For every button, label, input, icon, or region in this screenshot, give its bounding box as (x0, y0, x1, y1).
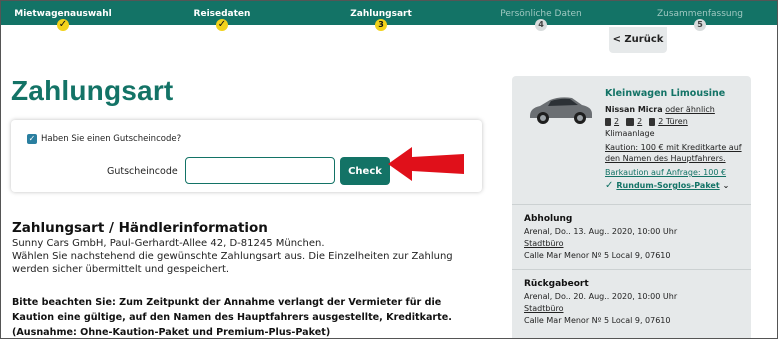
car-model-name: Nissan Micra (605, 105, 663, 114)
voucher-code-label: Gutscheincode (107, 166, 178, 177)
step-mietwagenauswahl[interactable]: Mietwagenauswahl ✓ (1, 1, 133, 33)
chevron-down-icon[interactable]: ⌄ (723, 181, 730, 190)
payment-instruction: Wählen Sie nachstehend die gewünschte Za… (12, 251, 453, 275)
cash-deposit-link[interactable]: Barkaution auf Anfrage: 100 € (605, 168, 726, 177)
step-done-check-icon: ✓ (216, 19, 228, 31)
air-conditioning: Klimaanlage (605, 129, 655, 138)
payment-info-text: Sunny Cars GmbH, Paul-Gerhardt-Allee 42,… (12, 237, 492, 276)
package-label[interactable]: Rundum-Sorglos-Paket (616, 181, 719, 190)
car-image (530, 97, 592, 124)
step-zahlungsart: Zahlungsart 3 (311, 1, 451, 33)
pickup-heading: Abholung (524, 214, 573, 224)
step-done-check-icon: ✓ (57, 19, 69, 31)
step-number: 5 (694, 19, 706, 31)
progress-steps: Mietwagenauswahl ✓ Reisedaten ✓ Zahlungs… (1, 1, 777, 31)
step-label: Mietwagenauswahl (14, 9, 112, 19)
pickup-datetime: Arenal, Do.. 13. Aug.. 2020, 10:00 Uhr (524, 227, 678, 236)
deposit-info[interactable]: Kaution: 100 € mit Kreditkarte auf den N… (605, 142, 745, 164)
booking-page: Mietwagenauswahl ✓ Reisedaten ✓ Zahlungs… (0, 0, 778, 339)
pickup-office-link[interactable]: Stadtbüro (524, 239, 564, 248)
car-category-title: Kleinwagen Limousine (605, 88, 726, 99)
door-icon (649, 117, 656, 126)
return-address: Calle Mar Menor Nº 5 Local 9, 07610 (524, 316, 671, 325)
check-button[interactable]: Check (340, 157, 390, 185)
return-heading: Rückgabeort (524, 279, 589, 289)
package-toggle[interactable]: ✓ Rundum-Sorglos-Paket ⌄ (605, 180, 729, 191)
payment-info-title: Zahlungsart / Händlerinformation (12, 220, 268, 236)
doors-value: 2 Türen (658, 117, 688, 126)
return-datetime: Arenal, Do.. 20. Aug.. 2020, 10:00 Uhr (524, 292, 678, 301)
page-title: Zahlungsart (11, 75, 174, 106)
car-model-suffix[interactable]: oder ähnlich (665, 105, 715, 114)
car-model: Nissan Micra oder ähnlich (605, 105, 715, 114)
step-number: 3 (375, 19, 387, 31)
red-arrow-icon (388, 147, 464, 181)
persons-value: 2 (614, 117, 620, 126)
step-number: 4 (535, 19, 547, 31)
divider (512, 269, 751, 270)
step-label: Reisedaten (193, 9, 251, 19)
person-icon (605, 117, 611, 126)
car-specs: 2 2 2 Türen (605, 117, 692, 126)
return-office-link[interactable]: Stadtbüro (524, 304, 564, 313)
step-label: Persönliche Daten (500, 9, 582, 19)
step-persoenliche-daten: Persönliche Daten 4 (471, 1, 611, 33)
divider (512, 204, 751, 205)
step-label: Zahlungsart (350, 9, 412, 19)
voucher-code-input[interactable] (185, 157, 335, 184)
deposit-notice: Bitte beachten Sie: Zum Zeitpunkt der An… (12, 297, 452, 338)
step-reisedaten[interactable]: Reisedaten ✓ (152, 1, 292, 33)
merchant-address: Sunny Cars GmbH, Paul-Gerhardt-Allee 42,… (12, 238, 325, 249)
step-label: Zusammenfassung (656, 9, 744, 19)
pickup-address: Calle Mar Menor Nº 5 Local 9, 07610 (524, 251, 671, 260)
voucher-question-label: Haben Sie einen Gutscheincode? (41, 134, 182, 144)
luggage-icon (626, 117, 635, 126)
back-button[interactable]: < Zurück (609, 27, 667, 53)
bags-value: 2 (637, 117, 643, 126)
voucher-checkbox[interactable]: ✓ (27, 134, 37, 144)
booking-summary-sidebar: Kleinwagen Limousine Nissan Micra oder ä… (512, 76, 751, 338)
check-icon: ✓ (605, 180, 614, 191)
